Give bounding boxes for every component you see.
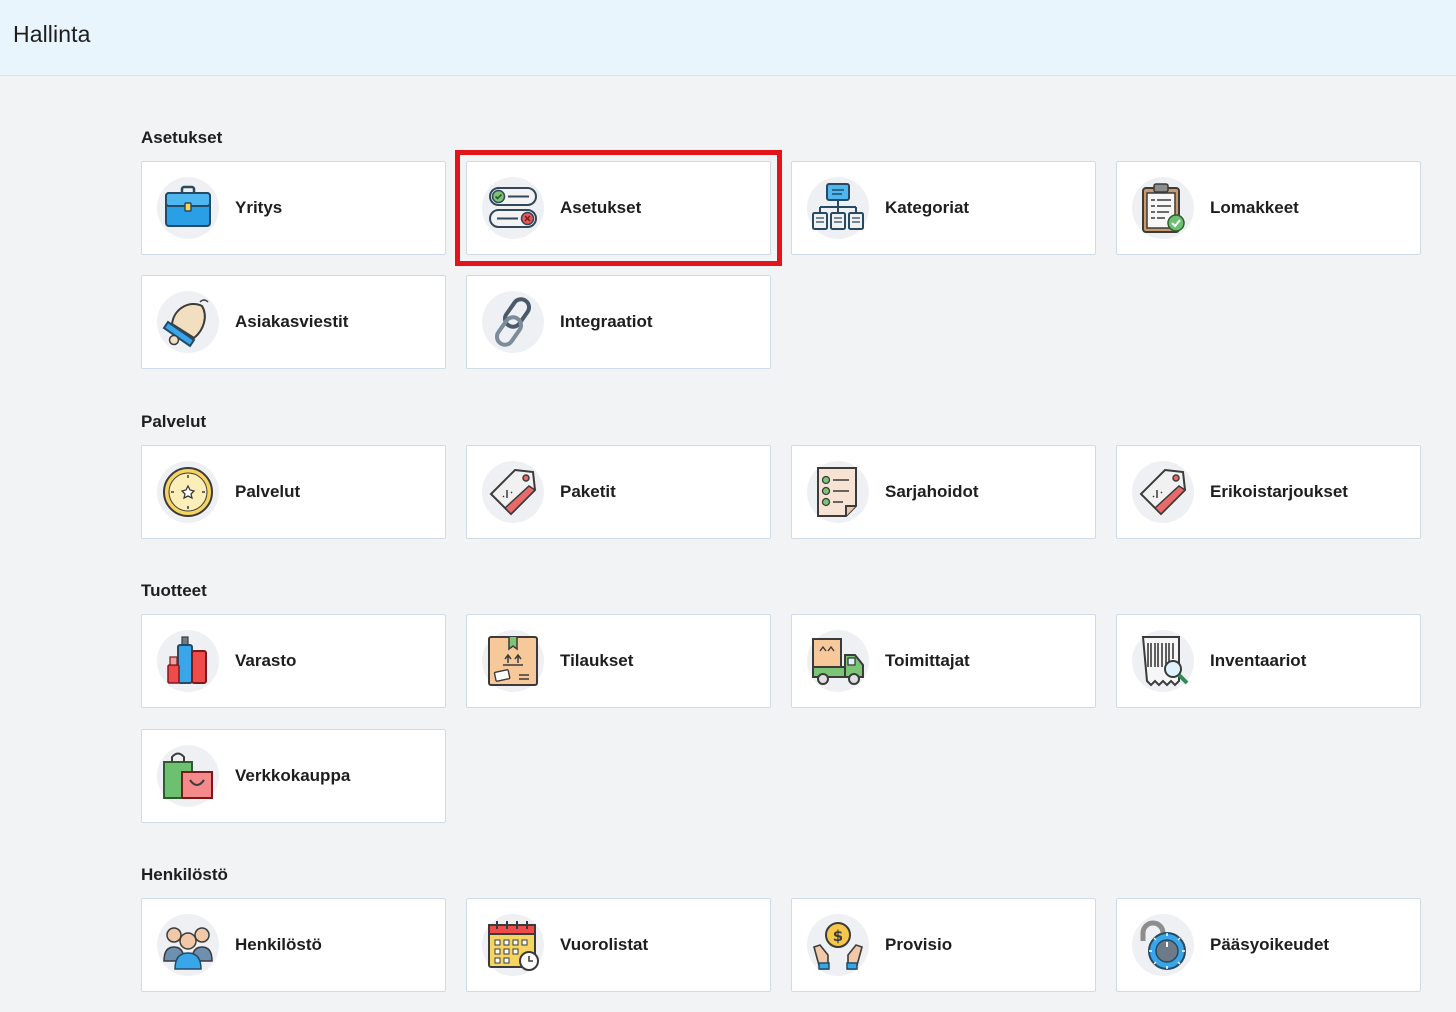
cosmetics-icon: [157, 630, 219, 692]
card-label: Pääsyoikeudet: [1210, 935, 1330, 954]
delivery-truck-icon: [807, 630, 869, 692]
briefcase-icon: [157, 177, 219, 239]
card-integraatiot[interactable]: Integraatiot: [466, 275, 771, 369]
card-label: Inventaariot: [1210, 651, 1307, 670]
barcode-search-icon: [1132, 630, 1194, 692]
calendar-clock-icon: [482, 914, 544, 976]
card-tilaukset[interactable]: Tilaukset: [466, 614, 771, 708]
checklist-icon: [807, 461, 869, 523]
card-erikoistarjoukset[interactable]: Erikoistarjoukset: [1116, 445, 1421, 539]
card-label: Paketit: [560, 482, 616, 501]
svg-text:$: $: [833, 927, 843, 945]
card-label: Asiakasviestit: [235, 312, 349, 331]
card-label: Tilaukset: [560, 651, 634, 670]
card-label: Kategoriat: [885, 198, 970, 217]
card-inventaariot[interactable]: Inventaariot: [1116, 614, 1421, 708]
card-label: Sarjahoidot: [885, 482, 979, 501]
card-label: Toimittajat: [885, 651, 970, 670]
card-provisio[interactable]: $ Provisio: [791, 898, 1096, 992]
team-icon: [157, 914, 219, 976]
card-label: Erikoistarjoukset: [1210, 482, 1348, 501]
combination-lock-icon: [1132, 914, 1194, 976]
clock-flower-icon: [157, 461, 219, 523]
toggle-settings-icon: [482, 177, 544, 239]
card-label: Lomakkeet: [1210, 198, 1299, 217]
card-toimittajat[interactable]: Toimittajat: [791, 614, 1096, 708]
package-box-icon: [482, 630, 544, 692]
card-label: Henkilöstö: [235, 935, 322, 954]
card-paketit[interactable]: Paketit: [466, 445, 771, 539]
card-kategoriat[interactable]: Kategoriat: [791, 161, 1096, 255]
card-asiakasviestit[interactable]: Asiakasviestit: [141, 275, 446, 369]
card-paasyoikeudet[interactable]: Pääsyoikeudet: [1116, 898, 1421, 992]
card-yritys[interactable]: Yritys: [141, 161, 446, 255]
hands-coin-icon: $: [807, 914, 869, 976]
top-bar: Hallinta: [0, 0, 1456, 76]
card-verkkokauppa[interactable]: Verkkokauppa: [141, 729, 446, 823]
clipboard-check-icon: [1132, 177, 1194, 239]
card-palvelut[interactable]: Palvelut: [141, 445, 446, 539]
discount-tag-icon: [1132, 461, 1194, 523]
section-title-asetukset: Asetukset: [141, 128, 223, 147]
bell-icon: [157, 291, 219, 353]
hierarchy-icon: [807, 177, 869, 239]
chain-link-icon: [482, 291, 544, 353]
page-title: Hallinta: [13, 21, 91, 47]
card-label: Yritys: [235, 198, 283, 217]
section-title-henkilosto: Henkilöstö: [141, 865, 228, 884]
card-label: Verkkokauppa: [235, 766, 351, 785]
card-varasto[interactable]: Varasto: [141, 614, 446, 708]
price-tag-icon: [482, 461, 544, 523]
card-label: Varasto: [235, 651, 297, 670]
card-label: Asetukset: [560, 198, 642, 217]
card-sarjahoidot[interactable]: Sarjahoidot: [791, 445, 1096, 539]
card-label: Palvelut: [235, 482, 301, 501]
card-label: Vuorolistat: [560, 935, 649, 954]
card-label: Provisio: [885, 935, 953, 954]
section-title-tuotteet: Tuotteet: [141, 581, 207, 600]
shopping-bags-icon: [157, 745, 219, 807]
card-asetukset[interactable]: Asetukset: [466, 161, 771, 255]
card-vuorolistat[interactable]: Vuorolistat: [466, 898, 771, 992]
card-henkilosto[interactable]: Henkilöstö: [141, 898, 446, 992]
card-label: Integraatiot: [560, 312, 653, 331]
section-title-palvelut: Palvelut: [141, 412, 207, 431]
card-lomakkeet[interactable]: Lomakkeet: [1116, 161, 1421, 255]
